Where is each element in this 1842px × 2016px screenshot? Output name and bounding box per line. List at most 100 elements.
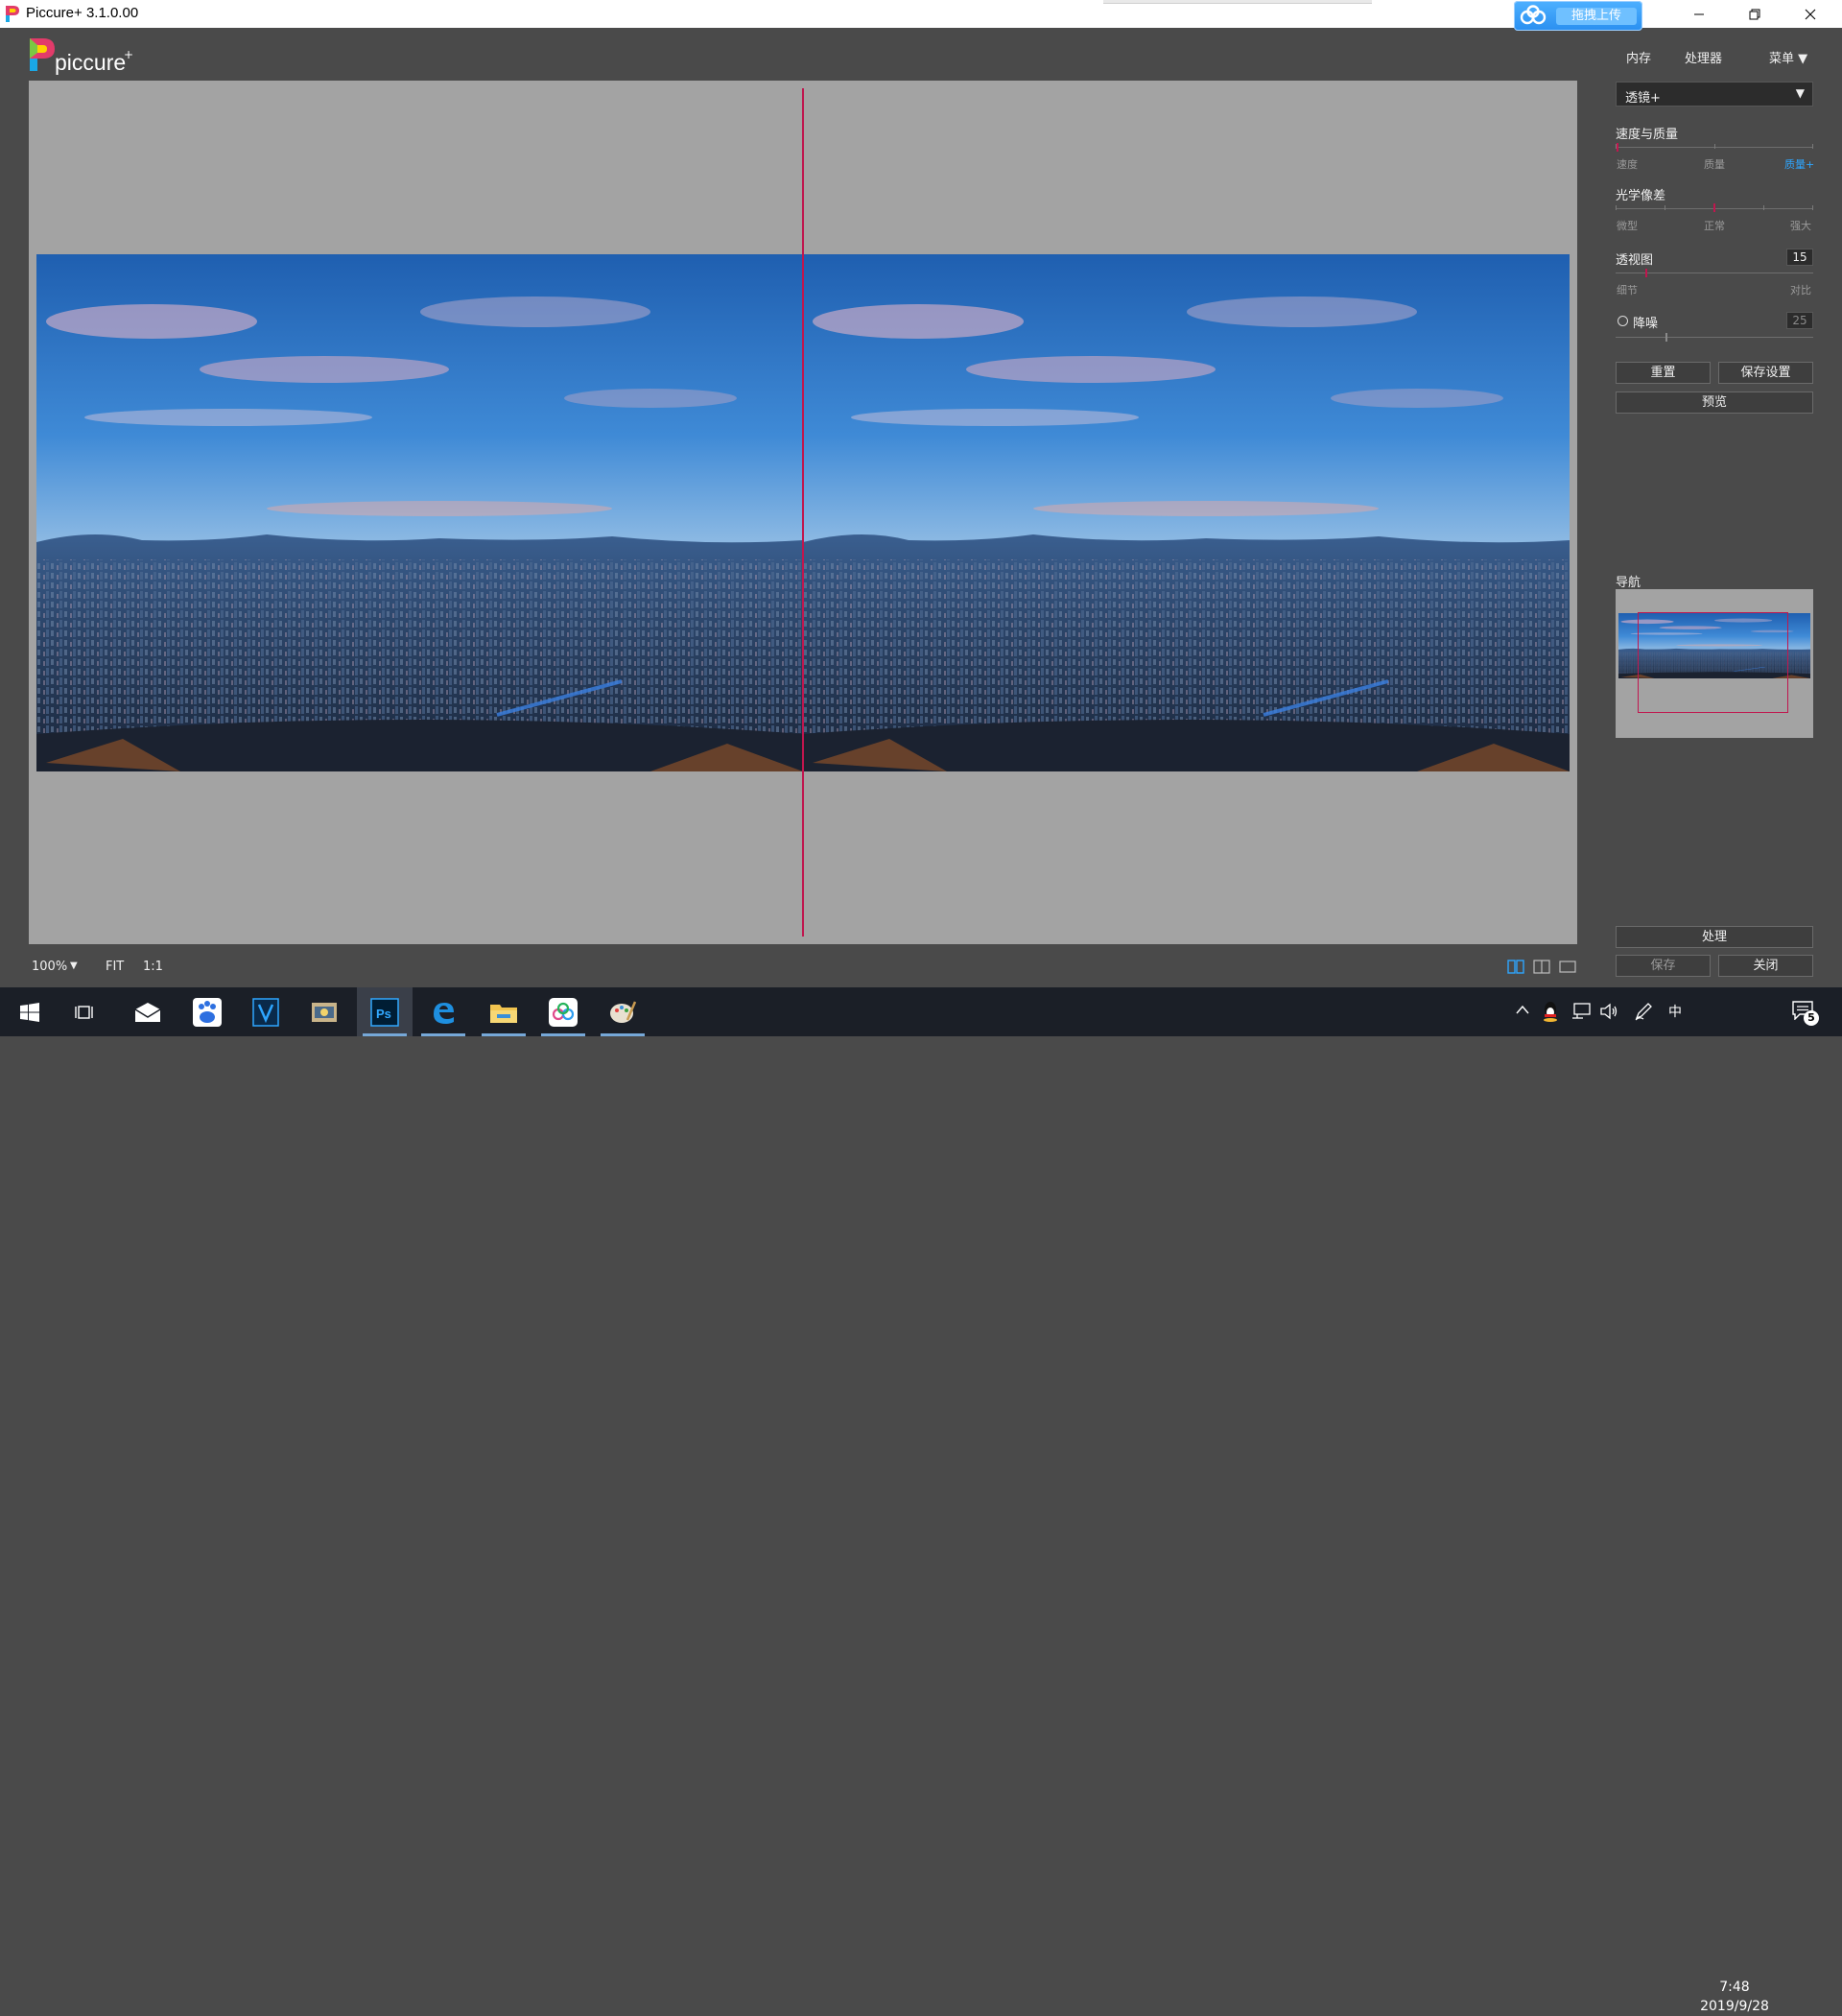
one-to-one-button[interactable]: 1:1 — [143, 960, 163, 974]
main-menu[interactable]: 菜单 ▼ — [1769, 48, 1807, 66]
task-view-button[interactable] — [58, 987, 113, 1036]
logo-plus: + — [124, 48, 134, 61]
cloud-drive-app[interactable] — [535, 987, 591, 1036]
cloud-drive-icon — [549, 997, 578, 1027]
slider-tick — [1812, 205, 1813, 210]
action-center-button[interactable]: 5 — [1792, 999, 1821, 1026]
slider-tick — [1812, 144, 1813, 149]
edge-app[interactable] — [415, 987, 471, 1036]
memory-menu[interactable]: 内存 — [1626, 48, 1651, 66]
quality-label[interactable]: 质量 — [1704, 156, 1725, 172]
navigator-title: 导航 — [1616, 576, 1641, 590]
photoshop-icon: Ps — [370, 997, 399, 1027]
image-canvas[interactable] — [29, 81, 1577, 944]
denoise-title: 降噪 — [1633, 317, 1659, 331]
slider-tick — [1714, 144, 1715, 149]
micro-label[interactable]: 微型 — [1617, 218, 1638, 233]
perspective-value-field[interactable]: 15 — [1786, 249, 1813, 266]
file-explorer-app[interactable] — [476, 987, 531, 1036]
drag-strip — [1103, 0, 1372, 4]
upload-label: 拖拽上传 — [1556, 8, 1637, 25]
volume-icon[interactable] — [1599, 1003, 1618, 1020]
qq-tray-icon[interactable] — [1542, 1001, 1559, 1022]
minimize-icon — [1694, 13, 1704, 14]
mail-app[interactable] — [120, 987, 176, 1036]
split-divider-handle[interactable] — [802, 88, 804, 937]
edge-icon — [434, 1002, 454, 1024]
dropdown-caret-icon: ▼ — [1795, 86, 1805, 100]
cloud-drive-icon — [1520, 5, 1547, 25]
denoise-thumb[interactable] — [1665, 333, 1667, 342]
save-settings-button[interactable]: 保存设置 — [1718, 362, 1813, 384]
contrast-label: 对比 — [1790, 284, 1811, 296]
video-tool-icon — [312, 1002, 337, 1022]
close-icon — [1805, 9, 1816, 19]
mode-select[interactable]: 透镜+ ▼ — [1616, 82, 1813, 107]
paint-icon — [610, 1001, 637, 1023]
quality-plus-label[interactable]: 质量+ — [1784, 156, 1814, 172]
pen-icon[interactable] — [1634, 1002, 1653, 1021]
baidu-app[interactable] — [179, 987, 235, 1036]
slider-tick — [1616, 205, 1617, 210]
clock[interactable]: 7:48 2019/9/28 — [1687, 1978, 1783, 2016]
chevron-up-icon[interactable] — [1516, 1005, 1529, 1014]
logo-text: piccure — [55, 50, 127, 75]
svg-text:Ps: Ps — [376, 1007, 391, 1021]
zoom-level-dropdown[interactable]: 100% — [32, 960, 67, 974]
start-button[interactable] — [2, 987, 58, 1036]
zoom-caret[interactable]: ▼ — [70, 961, 78, 971]
photoshop-app[interactable]: Ps — [357, 987, 413, 1036]
upload-widget[interactable]: 拖拽上传 — [1514, 1, 1642, 31]
speed-quality-title: 速度与质量 — [1616, 128, 1679, 142]
process-button[interactable]: 处理 — [1616, 926, 1813, 948]
vegas-app[interactable] — [238, 987, 294, 1036]
taskbar: Ps 中 7:48 2019/9/28 5 — [0, 987, 1842, 2014]
processor-menu[interactable]: 处理器 — [1685, 48, 1722, 66]
piccure-logo-icon — [30, 38, 55, 71]
single-view-icon[interactable] — [1559, 960, 1576, 974]
perspective-title: 透视图 — [1616, 253, 1654, 268]
save-button[interactable]: 保存 — [1616, 955, 1711, 977]
start-icon — [20, 1002, 39, 1022]
normal-label[interactable]: 正常 — [1704, 218, 1725, 233]
reset-button[interactable]: 重置 — [1616, 362, 1711, 384]
close-window-button[interactable] — [1783, 0, 1838, 28]
task-view-icon — [75, 1005, 93, 1019]
optical-aberration-thumb[interactable] — [1713, 203, 1715, 212]
piccure-app-icon — [6, 6, 19, 22]
file-explorer-icon — [490, 1004, 517, 1023]
strong-label[interactable]: 强大 — [1790, 218, 1811, 233]
paint-app[interactable] — [595, 987, 650, 1036]
denoise-toggle[interactable] — [1618, 316, 1628, 326]
perspective-thumb[interactable] — [1645, 269, 1647, 277]
close-button[interactable]: 关闭 — [1718, 955, 1813, 977]
navigator-viewport-rect[interactable] — [1638, 612, 1788, 713]
minimize-button[interactable] — [1671, 0, 1727, 28]
preview-button[interactable]: 预览 — [1616, 391, 1813, 414]
denoise-value-field[interactable]: 25 — [1786, 312, 1813, 329]
mail-icon — [134, 1002, 161, 1022]
restore-icon — [1749, 9, 1760, 19]
video-tool-app[interactable] — [296, 987, 352, 1036]
restore-button[interactable] — [1727, 0, 1783, 28]
mode-select-value: 透镜+ — [1625, 91, 1661, 106]
notification-count-badge: 5 — [1804, 1010, 1819, 1026]
clock-date: 2019/9/28 — [1700, 1999, 1769, 2014]
slider-tick — [1763, 205, 1764, 210]
denoise-slider[interactable] — [1616, 337, 1813, 338]
optical-aberration-title: 光学像差 — [1616, 189, 1666, 203]
detail-label: 细节 — [1617, 284, 1638, 296]
speed-label[interactable]: 速度 — [1617, 156, 1638, 172]
speed-quality-thumb[interactable] — [1617, 143, 1618, 152]
split-view-icon[interactable] — [1533, 960, 1550, 974]
clock-time: 7:48 — [1719, 1980, 1750, 1995]
vegas-icon — [252, 997, 279, 1027]
side-by-side-view-icon[interactable] — [1507, 960, 1524, 974]
fit-button[interactable]: FIT — [106, 960, 124, 974]
window-title: Piccure+ 3.1.0.00 — [26, 5, 139, 21]
navigator-panel[interactable] — [1616, 589, 1813, 738]
network-icon[interactable] — [1571, 1003, 1591, 1020]
piccure-logo: piccure + — [29, 37, 144, 78]
baidu-icon — [193, 997, 222, 1027]
ime-indicator[interactable]: 中 — [1668, 1002, 1682, 1021]
